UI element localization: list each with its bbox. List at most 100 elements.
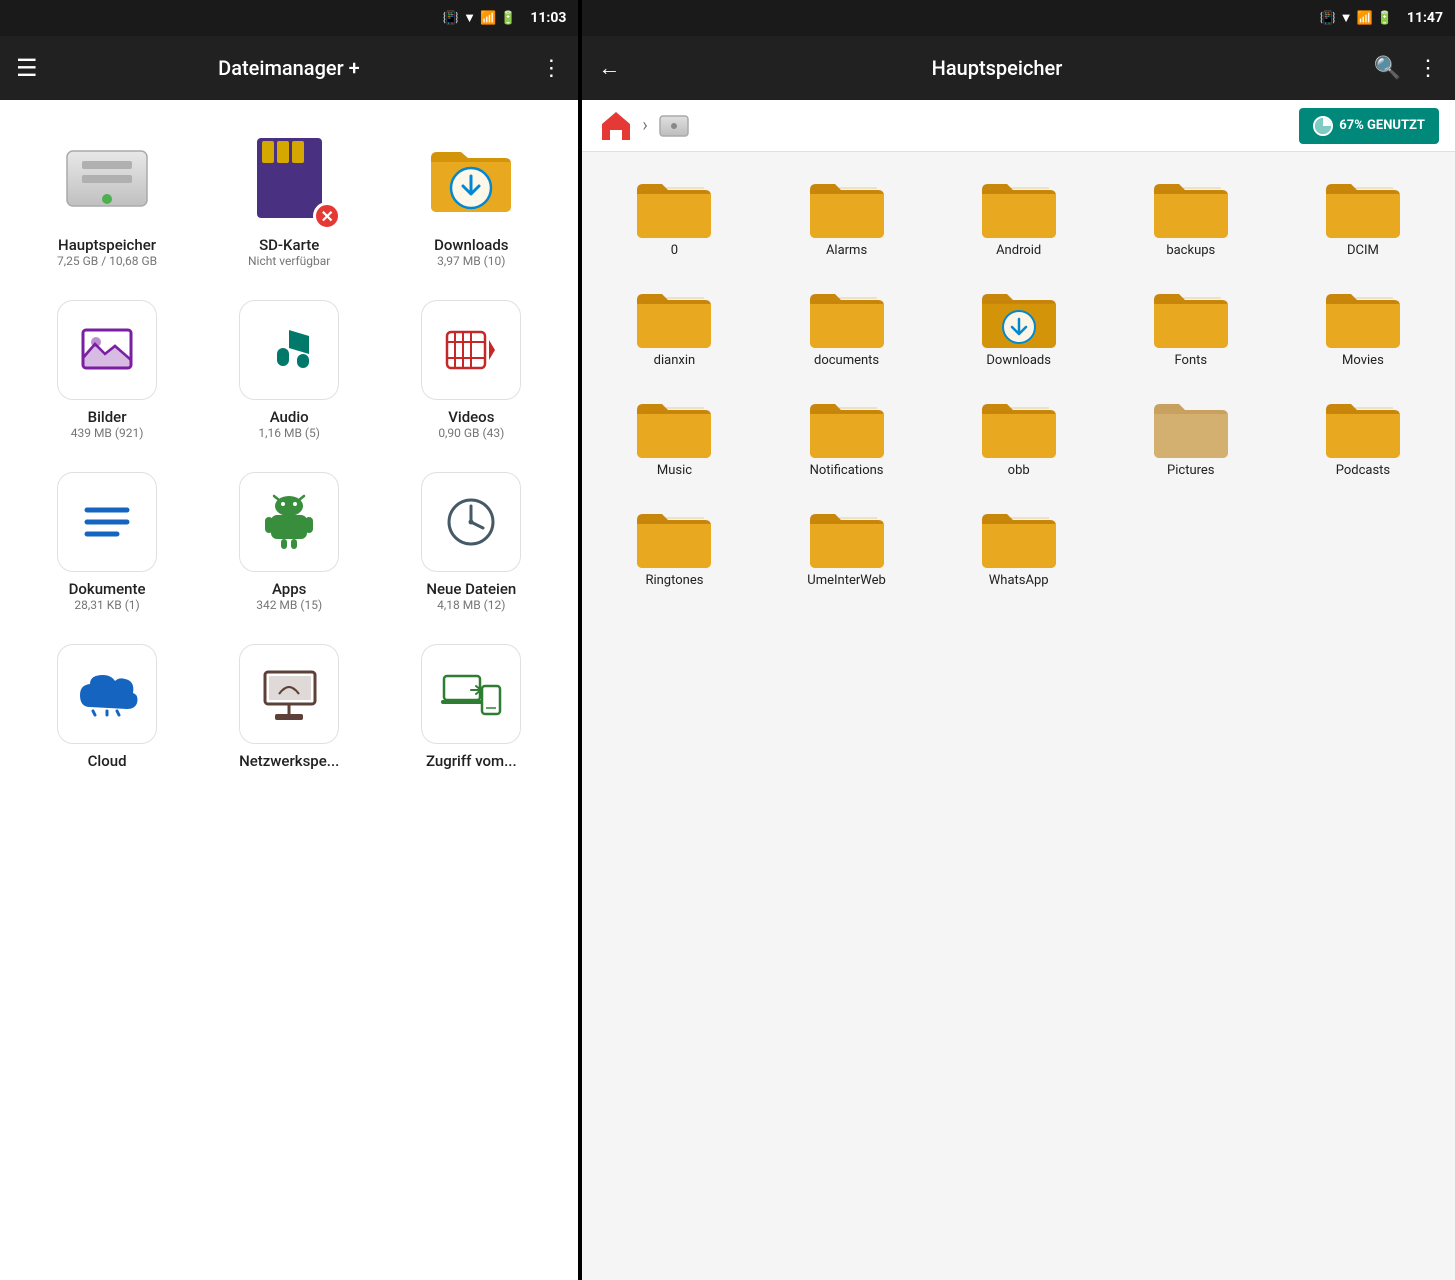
cloud-label: Cloud: [88, 752, 127, 770]
storage-badge: 67% GENUTZT: [1299, 108, 1439, 144]
folder-svg-alarms: [807, 174, 887, 239]
folder-item-movies[interactable]: Movies: [1279, 274, 1447, 380]
folder-item-ringtones[interactable]: Ringtones: [590, 494, 758, 600]
right-status-icons: 📳 ▼ 📶 🔋: [1319, 10, 1392, 26]
right-more-button[interactable]: ⋮: [1417, 56, 1439, 81]
netzwerkspe-label: Netzwerkspe...: [239, 752, 339, 770]
hdd-svg: [62, 141, 152, 216]
folder-svg-notifications: [807, 394, 887, 459]
folder-item-dianxin[interactable]: dianxin: [590, 274, 758, 380]
dl-folder-svg: [426, 138, 516, 218]
sd-karte-label: SD-Karte: [259, 236, 319, 254]
folder-label-podcasts: Podcasts: [1336, 463, 1390, 480]
home-icon[interactable]: [598, 108, 634, 144]
hauptspeicher-label: Hauptspeicher: [58, 236, 156, 254]
folder-item-notifications[interactable]: Notifications: [763, 384, 931, 490]
folder-label-dianxin: dianxin: [654, 353, 696, 370]
right-toolbar: ← Hauptspeicher 🔍 ⋮: [582, 36, 1455, 100]
folder-svg-dianxin: [634, 284, 714, 349]
item-apps[interactable]: Apps 342 MB (15): [209, 460, 369, 624]
folder-item-pictures[interactable]: Pictures: [1107, 384, 1275, 490]
folder-svg-music: [634, 394, 714, 459]
folder-item-android[interactable]: Android: [935, 164, 1103, 270]
downloads-sub: 3,97 MB (10): [437, 254, 505, 268]
menu-button[interactable]: ☰: [16, 54, 38, 82]
folder-svg-download: [979, 284, 1059, 349]
item-downloads[interactable]: Downloads 3,97 MB (10): [391, 116, 551, 280]
folder-item-dcim[interactable]: DCIM: [1279, 164, 1447, 270]
apps-svg: [259, 492, 319, 552]
dokumente-icon-wrapper: [57, 472, 157, 572]
folder-label-fonts: Fonts: [1174, 353, 1207, 370]
sd-no-sign: ✕: [313, 202, 341, 230]
downloads-label: Downloads: [434, 236, 508, 254]
netzwerk-svg: [257, 664, 322, 724]
folder-svg-android: [979, 174, 1059, 239]
storage-badge-icon: [1313, 116, 1333, 136]
folder-svg-documents: [807, 284, 887, 349]
item-neue-dateien[interactable]: Neue Dateien 4,18 MB (12): [391, 460, 551, 624]
item-netzwerkspe[interactable]: Netzwerkspe...: [209, 632, 369, 782]
item-videos[interactable]: Videos 0,90 GB (43): [391, 288, 551, 452]
bilder-sub: 439 MB (921): [71, 426, 144, 440]
folder-item-whatsapp[interactable]: WhatsApp: [935, 494, 1103, 600]
folder-label-backups: backups: [1166, 243, 1215, 260]
grid-row-4: Cloud Netzwerkspe...: [16, 632, 562, 782]
folder-item-music[interactable]: Music: [590, 384, 758, 490]
right-wifi-icon: ▼: [1340, 10, 1353, 26]
right-battery-icon: 🔋: [1377, 11, 1393, 26]
folder-svg-obb: [979, 394, 1059, 459]
folder-svg-f0: [634, 174, 714, 239]
left-toolbar: ☰ Dateimanager + ⋮: [0, 36, 578, 100]
left-time: 11:03: [530, 10, 566, 26]
item-zugriff-vom[interactable]: Zugriff vom...: [391, 632, 551, 782]
folder-label-dcim: DCIM: [1347, 243, 1379, 260]
folder-item-alarms[interactable]: Alarms: [763, 164, 931, 270]
item-sd-karte[interactable]: ✕ SD-Karte Nicht verfügbar: [209, 116, 369, 280]
item-cloud[interactable]: Cloud: [27, 632, 187, 782]
item-audio[interactable]: Audio 1,16 MB (5): [209, 288, 369, 452]
folder-item-fonts[interactable]: Fonts: [1107, 274, 1275, 380]
folder-svg-ringtones: [634, 504, 714, 569]
bilder-icon-wrapper: [57, 300, 157, 400]
apps-label: Apps: [272, 580, 306, 598]
zugriff-icon-wrapper: [421, 644, 521, 744]
videos-label: Videos: [448, 408, 494, 426]
storage-icon[interactable]: [656, 108, 692, 144]
folder-item-umelnterweb[interactable]: UmeInterWeb: [763, 494, 931, 600]
item-bilder[interactable]: Bilder 439 MB (921): [27, 288, 187, 452]
folder-label-android: Android: [996, 243, 1041, 260]
audio-label: Audio: [270, 408, 309, 426]
left-more-button[interactable]: ⋮: [540, 56, 562, 81]
right-time: 11:47: [1407, 10, 1443, 26]
netzwerkspe-icon-wrapper: [239, 644, 339, 744]
item-dokumente[interactable]: Dokumente 28,31 KB (1): [27, 460, 187, 624]
battery-icon: 🔋: [500, 11, 516, 26]
bilder-label: Bilder: [88, 408, 127, 426]
right-app-title: Hauptspeicher: [636, 56, 1357, 80]
folder-item-f0[interactable]: 0: [590, 164, 758, 270]
clock-svg: [441, 492, 501, 552]
folder-item-podcasts[interactable]: Podcasts: [1279, 384, 1447, 490]
folder-label-movies: Movies: [1342, 353, 1384, 370]
zugriff-svg: [436, 664, 506, 724]
back-button[interactable]: ←: [598, 55, 620, 81]
storage-percent: 67% GENUTZT: [1339, 118, 1425, 133]
folder-item-download[interactable]: Downloads: [935, 274, 1103, 380]
right-status-bar: 📳 ▼ 📶 🔋 11:47: [582, 0, 1455, 36]
folder-item-documents[interactable]: documents: [763, 274, 931, 380]
folder-label-documents: documents: [814, 353, 879, 370]
folder-label-f0: 0: [671, 243, 678, 260]
audio-sub: 1,16 MB (5): [258, 426, 320, 440]
grid-row-2: Bilder 439 MB (921) Audio 1,16 MB (5): [16, 288, 562, 452]
breadcrumb-chevron: ›: [642, 115, 647, 136]
item-hauptspeicher[interactable]: Hauptspeicher 7,25 GB / 10,68 GB: [27, 116, 187, 280]
cloud-icon-wrapper: [57, 644, 157, 744]
folder-item-backups[interactable]: backups: [1107, 164, 1275, 270]
folder-item-obb[interactable]: obb: [935, 384, 1103, 490]
neue-dateien-icon-wrapper: [421, 472, 521, 572]
bilder-svg: [77, 320, 137, 380]
downloads-icon-wrapper: [421, 128, 521, 228]
dokumente-label: Dokumente: [69, 580, 146, 598]
search-button[interactable]: 🔍: [1374, 56, 1401, 81]
